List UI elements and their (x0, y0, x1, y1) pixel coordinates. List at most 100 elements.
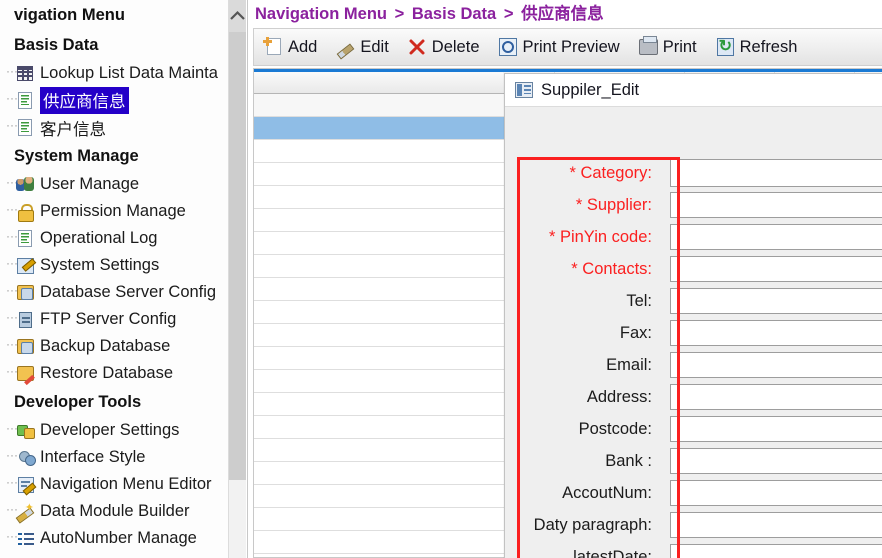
sidebar-item-1[interactable]: ··· 供应商信息 (0, 87, 228, 114)
sidebar-item-label: FTP Server Config (40, 310, 177, 328)
form-row: Address: (505, 381, 882, 413)
tree-connector-icon: ··· (6, 336, 18, 351)
sidebar-item-4[interactable]: ··· AutoNumber Manage (0, 525, 228, 552)
sidebar-item-1[interactable]: ··· Interface Style (0, 444, 228, 471)
tree-connector-icon: ··· (6, 282, 18, 297)
toolbar-button-refresh[interactable]: Refresh (706, 30, 807, 64)
toolbar-button-label: Add (288, 37, 318, 56)
sidebar-item-7[interactable]: ··· Restore Database (0, 360, 228, 387)
sidebar-item-label: Lookup List Data Mainta (40, 64, 218, 82)
sidebar-item-0[interactable]: ··· Developer Settings (0, 417, 228, 444)
tree-connector-icon: ··· (6, 420, 18, 435)
field-input[interactable] (670, 416, 882, 442)
sidebar-item-0[interactable]: ··· User Manage (0, 171, 228, 198)
field-label: Tel: (626, 291, 652, 310)
field-label: Daty paragraph: (533, 515, 652, 534)
toolbar-button-print-preview[interactable]: Print Preview (489, 30, 629, 64)
breadcrumb-part-group[interactable]: Basis Data (412, 5, 496, 23)
document-icon (16, 118, 35, 137)
form-row: Email: (505, 349, 882, 381)
sidebar-item-1[interactable]: ··· Permission Manage (0, 198, 228, 225)
field-label: * Contacts: (571, 259, 652, 278)
main-content-panel: Navigation Menu > Basis Data > 供应商信息 Add… (247, 0, 882, 558)
toolbar-button-print[interactable]: Print (629, 30, 706, 64)
tree-connector-icon: ··· (6, 501, 18, 516)
breadcrumb-separator: > (503, 5, 514, 23)
toolbar-button-add[interactable]: Add (254, 30, 326, 64)
sidebar-item-3[interactable]: ··· System Settings (0, 252, 228, 279)
sidebar-item-4[interactable]: ··· Database Server Config (0, 279, 228, 306)
field-input[interactable] (670, 352, 882, 378)
breadcrumb-part-root[interactable]: Navigation Menu (255, 5, 387, 23)
field-label: * Supplier: (575, 195, 652, 214)
field-input[interactable] (670, 384, 882, 410)
sidebar-item-label: System Settings (40, 256, 160, 274)
print-preview-icon-glyph (498, 38, 517, 56)
scrollbar-track[interactable] (229, 480, 246, 558)
sidebar-item-2[interactable]: ··· Navigation Menu Editor (0, 471, 228, 498)
field-input[interactable] (670, 512, 882, 538)
refresh-icon (715, 36, 735, 57)
sidebar-item-0[interactable]: ··· Lookup List Data Mainta (0, 60, 228, 87)
gear-icon-glyph (18, 450, 36, 466)
field-input[interactable] (670, 224, 882, 250)
field-input[interactable] (670, 448, 882, 474)
database-restore-icon-glyph (17, 366, 34, 381)
toolbar-button-label: Print Preview (522, 37, 620, 56)
tree-connector-icon: ··· (6, 447, 18, 462)
form-row: Postcode: (505, 413, 882, 445)
toolbar: Add Edit Delete Print Preview Print Refresh (253, 28, 882, 66)
field-label: AccoutNum: (562, 483, 652, 502)
toolbar-button-edit[interactable]: Edit (326, 30, 397, 64)
dialog-title-text: Suppiler_Edit (541, 80, 640, 99)
sidebar-item-6[interactable]: ··· Backup Database (0, 333, 228, 360)
tree-connector-icon: ··· (6, 201, 18, 216)
edit-pencil-icon (335, 37, 355, 57)
add-page-icon (263, 37, 283, 57)
field-input[interactable] (670, 320, 882, 346)
field-label: Email: (606, 355, 652, 374)
wand-icon (16, 502, 35, 521)
database-icon (16, 337, 35, 356)
sidebar-item-5[interactable]: ··· FTP Server Config (0, 306, 228, 333)
sidebar-item-label: Restore Database (40, 364, 173, 382)
sidebar-item-label: AutoNumber Manage (40, 529, 197, 547)
sidebar-item-3[interactable]: ··· Data Module Builder (0, 498, 228, 525)
sidebar-scrollbar[interactable] (228, 0, 246, 558)
server-icon-glyph (19, 312, 32, 328)
edit-pencil-icon-glyph (336, 38, 354, 56)
form-row: Bank : (505, 445, 882, 477)
sidebar-item-label: Navigation Menu Editor (40, 475, 212, 493)
field-input[interactable] (670, 480, 882, 506)
breadcrumb-separator: > (394, 5, 405, 23)
field-input[interactable] (670, 288, 882, 314)
sidebar-item-2[interactable]: ··· 客户信息 (0, 114, 228, 141)
field-label: Bank : (605, 451, 652, 470)
category-input[interactable] (670, 159, 882, 187)
toolbar-button-delete[interactable]: Delete (398, 30, 489, 64)
field-input[interactable] (670, 256, 882, 282)
printer-icon (638, 36, 658, 57)
toolbar-button-label: Print (662, 37, 697, 56)
database-icon-glyph (17, 285, 34, 300)
sidebar-item-label: Developer Settings (40, 421, 180, 439)
sidebar-item-2[interactable]: ··· Operational Log (0, 225, 228, 252)
database-icon (16, 283, 35, 302)
field-input[interactable] (670, 544, 882, 558)
add-page-icon-glyph (267, 38, 281, 55)
users-icon (16, 175, 35, 194)
scroll-up-arrow-icon[interactable] (229, 0, 246, 32)
sidebar-group-header: System Manage (14, 147, 139, 165)
category-combobox[interactable] (670, 159, 882, 187)
navigation-sidebar: vigation Menu Basis Data ··· Lookup List D… (0, 0, 228, 558)
refresh-icon-glyph (716, 36, 734, 56)
pencil-page-icon (16, 256, 35, 275)
menu-edit-icon (16, 475, 35, 494)
document-icon-glyph (18, 92, 32, 109)
field-input[interactable] (670, 192, 882, 218)
server-icon (16, 310, 35, 329)
breadcrumb-part-current[interactable]: 供应商信息 (521, 5, 604, 23)
toolbar-button-label: Refresh (739, 37, 798, 56)
toolbar-button-label: Delete (431, 37, 480, 56)
scrollbar-thumb[interactable] (229, 32, 246, 480)
